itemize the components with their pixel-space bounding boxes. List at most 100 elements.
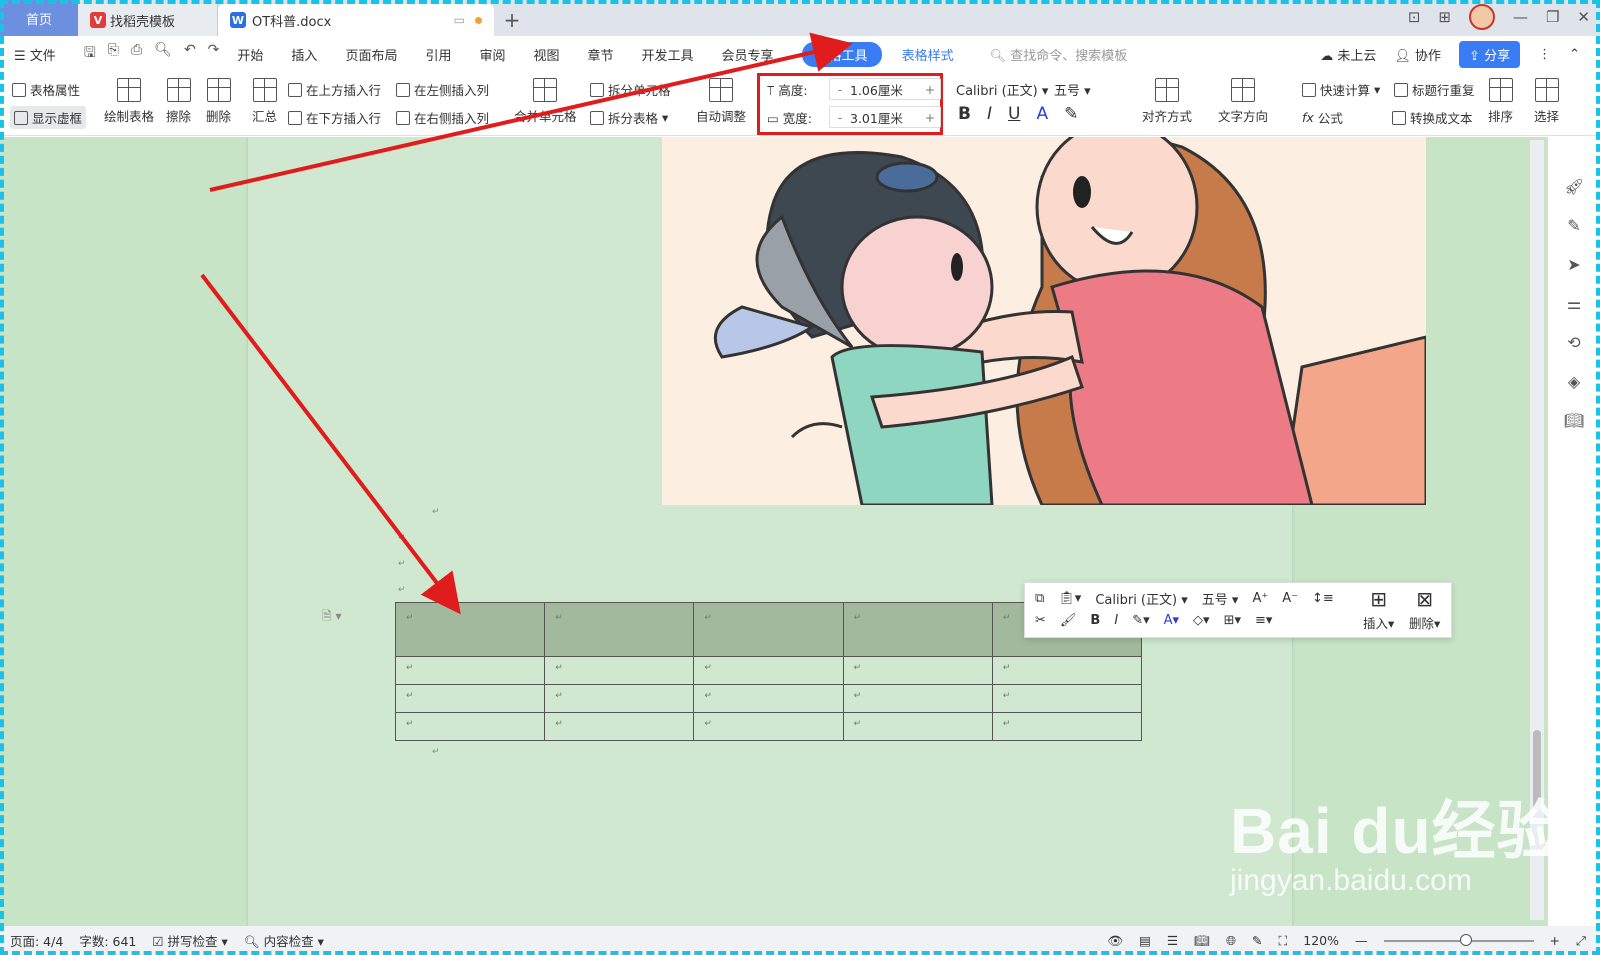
tab-templates[interactable]: V 找稻壳模板: [78, 4, 218, 36]
table-cell[interactable]: ↵: [394, 656, 546, 685]
outline-view-icon[interactable]: ☰: [1167, 933, 1178, 948]
menu-home[interactable]: 开始: [237, 45, 263, 64]
width-decrease-button[interactable]: -: [830, 110, 850, 125]
file-menu[interactable]: ☰ 文件: [14, 45, 56, 64]
float-italic-icon[interactable]: I: [1114, 613, 1118, 628]
height-increase-button[interactable]: +: [920, 82, 940, 97]
width-increase-button[interactable]: +: [920, 110, 940, 125]
col-width-stepper[interactable]: ▭ 宽度: -3.01厘米 +: [767, 106, 941, 128]
tab-document[interactable]: W OT科普.docx ▭: [218, 4, 494, 36]
table-cell[interactable]: ↵: [544, 602, 695, 657]
export-icon[interactable]: ⎘: [108, 42, 119, 66]
preview-icon[interactable]: 🔍︎: [154, 42, 172, 66]
table-cell[interactable]: ↵: [544, 656, 695, 685]
quick-calc-button[interactable]: 快速计算 ▾: [1302, 80, 1380, 99]
float-insert-button[interactable]: ⊞ 插入▾: [1363, 587, 1394, 632]
redo-icon[interactable]: ↷: [208, 42, 220, 66]
tab-table-tools[interactable]: 表格工具: [801, 41, 882, 67]
paste-icon[interactable]: 📋︎▾: [1058, 591, 1081, 606]
formula-button[interactable]: fx 公式: [1302, 108, 1343, 127]
web-view-icon[interactable]: 🌐︎: [1226, 933, 1236, 949]
format-painter-icon[interactable]: 🖌︎: [1060, 613, 1077, 628]
menu-view[interactable]: 视图: [533, 45, 559, 64]
borders-icon[interactable]: ⊞▾: [1224, 613, 1241, 628]
bold-icon[interactable]: B: [958, 104, 971, 124]
table-cell[interactable]: ↵: [693, 712, 844, 741]
zoom-in-icon[interactable]: +: [1550, 933, 1560, 948]
tab-table-style[interactable]: 表格样式: [902, 45, 954, 64]
collapse-ribbon-icon[interactable]: ⌃: [1569, 47, 1580, 62]
width-value[interactable]: 3.01厘米: [850, 108, 920, 127]
avatar[interactable]: [1468, 4, 1495, 30]
collab-button[interactable]: 👤︎ 协作: [1394, 45, 1441, 64]
pointer-icon[interactable]: ➤: [1567, 255, 1580, 274]
apps-grid-icon[interactable]: ⊞: [1438, 8, 1451, 26]
menu-chapter[interactable]: 章节: [588, 45, 614, 64]
fit-page-icon[interactable]: ⛶: [1278, 933, 1287, 949]
table-properties-button[interactable]: 表格属性: [12, 80, 80, 99]
show-gridlines-button[interactable]: 显示虚框: [10, 106, 87, 129]
float-font-size-select[interactable]: 五号 ▾: [1202, 589, 1239, 608]
table-cell[interactable]: ↵: [991, 712, 1143, 741]
new-tab-button[interactable]: +: [494, 4, 530, 36]
menu-member[interactable]: 会员专享: [722, 45, 774, 64]
book-icon[interactable]: 📖︎: [1564, 411, 1584, 430]
table-cell[interactable]: ↵: [842, 712, 993, 741]
restore-icon[interactable]: ❐: [1546, 8, 1559, 26]
backup-icon[interactable]: ⟲: [1567, 333, 1580, 352]
zoom-out-icon[interactable]: —: [1355, 933, 1368, 948]
split-cells-button[interactable]: 拆分单元格: [590, 80, 671, 99]
menu-references[interactable]: 引用: [425, 45, 451, 64]
sort-button[interactable]: 排序: [1488, 78, 1513, 125]
reading-mode-icon[interactable]: ⊡: [1408, 8, 1421, 26]
height-value[interactable]: 1.06厘米: [850, 80, 920, 99]
menu-developer[interactable]: 开发工具: [642, 45, 694, 64]
convert-text-button[interactable]: 转换成文本: [1392, 108, 1473, 127]
align-left-icon[interactable]: ≡▾: [1255, 613, 1272, 628]
draw-table-button[interactable]: 绘制表格: [104, 78, 154, 125]
erase-button[interactable]: 擦除: [166, 78, 191, 125]
float-font-color-icon[interactable]: A▾: [1164, 613, 1179, 628]
repeat-header-button[interactable]: 标题行重复: [1394, 80, 1475, 99]
select-button[interactable]: 选择: [1534, 78, 1559, 125]
table-handle-icon[interactable]: 🗎 ▾: [322, 607, 342, 628]
shading-icon[interactable]: ◇▾: [1193, 613, 1210, 628]
italic-icon[interactable]: I: [987, 104, 992, 124]
float-font-name-select[interactable]: Calibri (正文) ▾: [1095, 589, 1187, 608]
float-bold-icon[interactable]: B: [1090, 613, 1100, 628]
zoom-slider-knob[interactable]: [1459, 933, 1472, 946]
insert-col-right-button[interactable]: 在右侧插入列: [396, 108, 489, 127]
table-cell[interactable]: ↵: [693, 656, 844, 685]
cut-icon[interactable]: ✂: [1035, 613, 1046, 628]
table-cell[interactable]: ↵: [394, 602, 546, 657]
summary-button[interactable]: 汇总: [252, 78, 277, 125]
undo-icon[interactable]: ↶: [184, 42, 196, 66]
close-icon[interactable]: ✕: [1577, 8, 1590, 26]
menu-review[interactable]: 审阅: [479, 45, 505, 64]
minimize-icon[interactable]: —: [1513, 8, 1528, 26]
auto-fit-button[interactable]: 自动调整: [696, 78, 746, 125]
print-icon[interactable]: ⎙: [131, 42, 142, 66]
height-decrease-button[interactable]: -: [830, 82, 850, 97]
pen-mode-icon[interactable]: ✎: [1252, 933, 1262, 948]
table-cell[interactable]: ↵: [544, 712, 695, 741]
insert-row-below-button[interactable]: 在下方插入行: [288, 108, 381, 127]
row-height-stepper[interactable]: ⟙ 高度: -1.06厘米 +: [767, 78, 941, 100]
spell-check-button[interactable]: ☑ 拼写检查 ▾: [152, 931, 227, 950]
menu-layout[interactable]: 页面布局: [345, 45, 397, 64]
float-highlight-icon[interactable]: ✎▾: [1132, 613, 1149, 628]
word-count[interactable]: 字数: 641: [79, 931, 136, 950]
navigate-icon[interactable]: ◈: [1568, 372, 1580, 391]
merge-cells-button[interactable]: 合并单元格: [514, 78, 577, 125]
delete-button[interactable]: 删除: [206, 78, 231, 125]
font-name-select[interactable]: Calibri (正文) ▾: [956, 80, 1048, 99]
align-button[interactable]: 对齐方式: [1142, 78, 1192, 125]
grow-font-icon[interactable]: A⁺: [1252, 591, 1268, 606]
table-cell[interactable]: ↵: [991, 684, 1143, 713]
copy-icon[interactable]: ⧉: [1035, 591, 1044, 606]
table-cell[interactable]: ↵: [544, 684, 695, 713]
pen-icon[interactable]: ✎: [1567, 216, 1580, 235]
zoom-level[interactable]: 120%: [1303, 933, 1339, 948]
read-view-icon[interactable]: 📖︎: [1194, 933, 1210, 949]
content-check-button[interactable]: 🔍︎ 内容检查 ▾: [244, 931, 324, 950]
